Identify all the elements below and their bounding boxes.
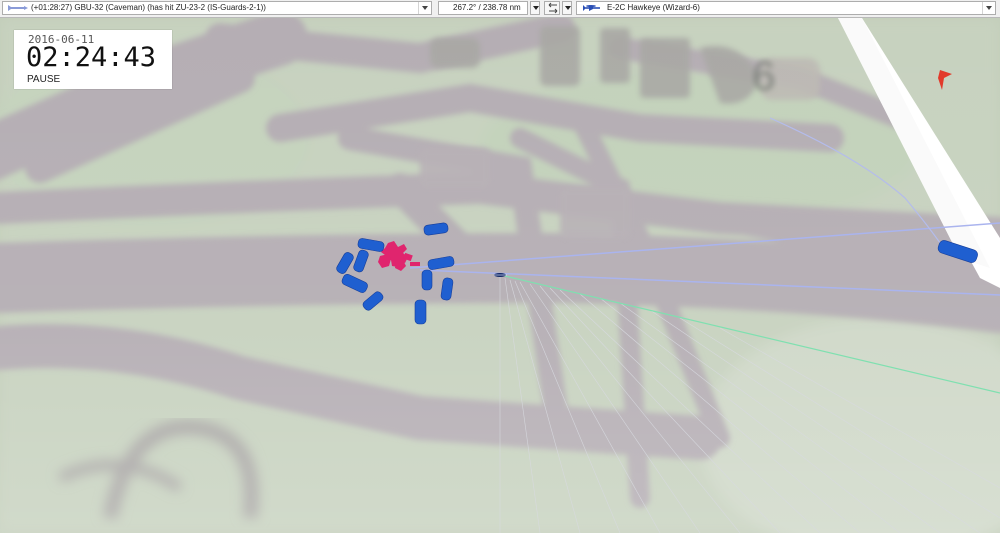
camera-mode-button[interactable] bbox=[544, 1, 560, 15]
event-selector[interactable]: (+01:28:27) GBU-32 (Caveman) (has hit ZU… bbox=[2, 1, 432, 15]
friendly-unit[interactable] bbox=[414, 299, 427, 325]
unit-text: E-2C Hawkeye (Wizard-6) bbox=[607, 3, 700, 12]
unit-selector[interactable]: E-2C Hawkeye (Wizard-6) bbox=[576, 1, 996, 15]
aircraft-icon bbox=[583, 5, 600, 11]
enemy-unit[interactable] bbox=[410, 262, 420, 266]
chevron-down-icon bbox=[565, 6, 571, 10]
clock-state: PAUSE bbox=[27, 74, 61, 85]
move-camera-icon bbox=[548, 2, 558, 14]
missile-icon bbox=[8, 5, 28, 11]
chevron-down-icon[interactable] bbox=[418, 2, 431, 14]
top-toolbar: (+01:28:27) GBU-32 (Caveman) (has hit ZU… bbox=[0, 0, 1000, 18]
bearing-dropdown-button[interactable] bbox=[530, 1, 540, 15]
clock-time: 02:24:43 bbox=[26, 42, 157, 73]
bearing-range-text: 267.2° / 238.78 nm bbox=[453, 3, 521, 12]
bearing-range-field[interactable]: 267.2° / 238.78 nm bbox=[438, 1, 528, 15]
terrain-map: 6 bbox=[0, 18, 1000, 533]
simulation-clock: 2016-06-11 02:24:43 PAUSE bbox=[14, 30, 172, 89]
friendly-unit[interactable] bbox=[421, 269, 433, 291]
map-viewport[interactable]: 6 bbox=[0, 18, 1000, 533]
chevron-down-icon[interactable] bbox=[982, 2, 995, 14]
chevron-down-icon bbox=[533, 6, 539, 10]
event-text: (+01:28:27) GBU-32 (Caveman) (has hit ZU… bbox=[31, 3, 266, 12]
camera-dropdown-button[interactable] bbox=[562, 1, 572, 15]
